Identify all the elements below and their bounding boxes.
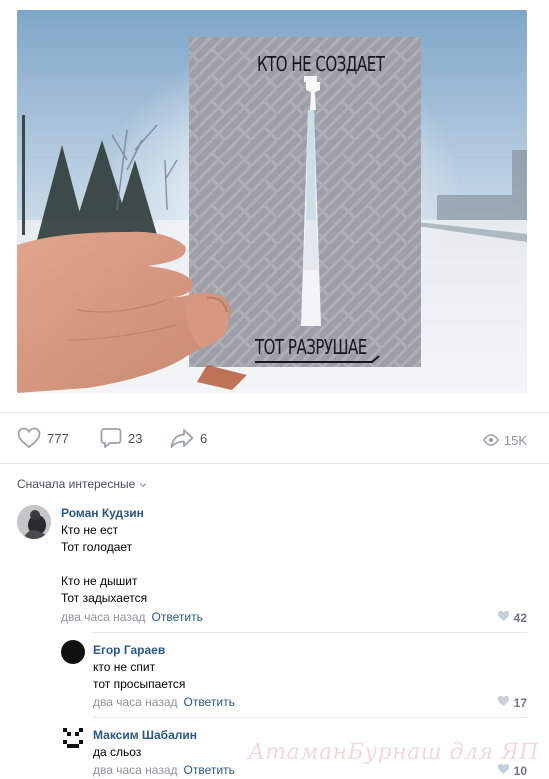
comment-like-button[interactable]: 42 <box>497 610 527 625</box>
comment-button[interactable]: 23 <box>100 427 142 449</box>
avatar[interactable] <box>61 726 85 750</box>
heart-icon <box>497 695 514 710</box>
watermark: АтаманБурнаш для ЯП <box>248 740 539 765</box>
views-count: 15K <box>503 432 527 448</box>
avatar-image <box>17 505 51 539</box>
comment-time[interactable]: два часа назад <box>93 695 178 709</box>
post-photo[interactable]: КТО НЕ СОЗДАЕТ ТОТ РАЗРУШАЕ <box>17 10 527 393</box>
comment-like-button[interactable]: 10 <box>497 763 527 778</box>
pixel-face-icon <box>63 728 83 748</box>
share-count: 6 <box>200 430 208 446</box>
comment-text: кто не спит тот просыпается <box>93 660 186 691</box>
reply-button[interactable]: Ответить <box>184 763 235 777</box>
post-action-bar: 777 23 6 15K <box>0 412 549 464</box>
comment-meta: два часа назад Ответить <box>93 763 235 777</box>
comment-meta: два часа назад Ответить <box>61 610 203 624</box>
chevron-down-icon <box>139 477 147 491</box>
divider <box>93 717 527 718</box>
views-counter: 15K <box>482 429 527 451</box>
comment-author[interactable]: Роман Кудзин <box>61 506 144 520</box>
heart-icon <box>497 763 514 778</box>
comment-text: да сльоз <box>93 745 142 759</box>
reply-button[interactable]: Ответить <box>152 610 203 624</box>
like-count: 777 <box>47 430 69 446</box>
comment-like-button[interactable]: 17 <box>497 695 527 710</box>
comment-like-count: 10 <box>513 763 527 778</box>
sort-label: Сначала интересные <box>17 477 136 491</box>
divider <box>93 632 527 633</box>
avatar[interactable] <box>61 640 85 664</box>
card-bottom-text: ТОТ РАЗРУШАЕ <box>255 335 367 360</box>
share-arrow-icon <box>170 428 194 448</box>
heart-icon <box>497 610 514 625</box>
comment-author[interactable]: Егор Гараев <box>93 643 165 657</box>
comment-time[interactable]: два часа назад <box>61 610 146 624</box>
comment-time[interactable]: два часа назад <box>93 763 178 777</box>
comment-like-count: 42 <box>513 610 527 625</box>
heart-icon <box>17 427 41 449</box>
avatar[interactable] <box>17 505 51 539</box>
comment-text: Кто не ест Тот голодает Кто не дышит Тот… <box>61 523 148 605</box>
like-button[interactable]: 777 <box>17 427 69 449</box>
comment-like-count: 17 <box>513 695 527 710</box>
comment-author[interactable]: Максим Шабалин <box>93 728 197 742</box>
eye-icon <box>482 434 499 446</box>
share-button[interactable]: 6 <box>170 427 207 449</box>
comment-count: 23 <box>128 430 143 446</box>
comment-meta: два часа назад Ответить <box>93 695 235 709</box>
reply-button[interactable]: Ответить <box>184 695 235 709</box>
comments-sort-dropdown[interactable]: Сначала интересные <box>17 477 147 491</box>
comment-icon <box>100 427 122 449</box>
card-top-text: КТО НЕ СОЗДАЕТ <box>257 52 385 77</box>
